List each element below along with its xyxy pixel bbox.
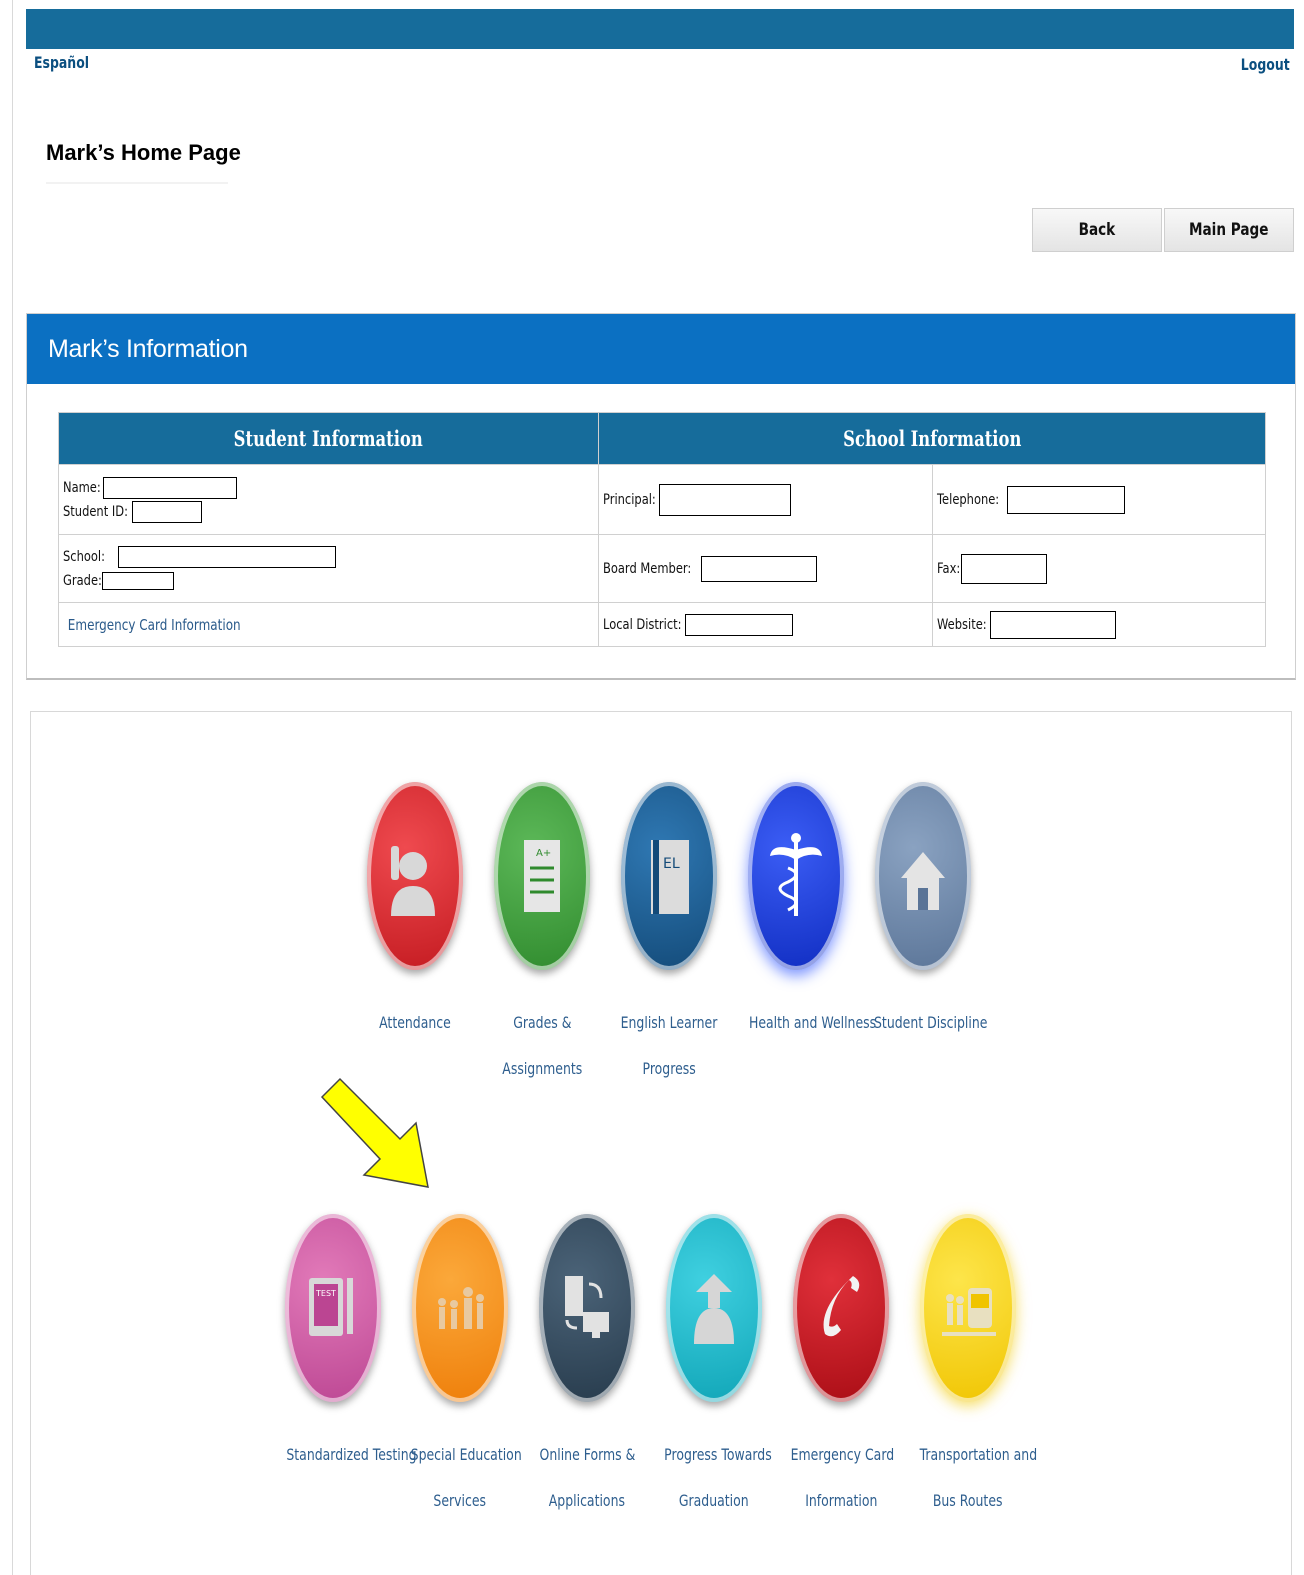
graduate-icon xyxy=(666,1214,762,1402)
board-member-cell: Board Member: xyxy=(598,534,933,603)
local-district-cell: Local District: xyxy=(598,602,933,647)
name-label: Name: xyxy=(63,479,101,496)
telephone-cell: Telephone: xyxy=(932,464,1266,535)
tile-label: Attendance xyxy=(379,1013,451,1032)
page-title: Mark’s Home Page xyxy=(46,140,241,165)
tile-grades-assignments[interactable]: A+ Grades & Assignments xyxy=(477,782,607,1092)
tile-label: Transportation and Bus Routes xyxy=(919,1445,1038,1510)
title-divider xyxy=(46,182,228,184)
grade-label: Grade: xyxy=(63,572,102,589)
emergency-card-link[interactable]: Emergency Card Information xyxy=(63,616,241,634)
local-district-label: Local District: xyxy=(603,616,682,633)
computer-forms-icon xyxy=(539,1214,635,1402)
tile-label: English Learner Progress xyxy=(620,1013,718,1078)
tile-student-discipline[interactable]: Student Discipline xyxy=(858,782,988,1046)
tile-label: Progress Towards Graduation xyxy=(664,1445,772,1510)
fax-label: Fax: xyxy=(937,560,961,577)
test-tablet-icon: TEST xyxy=(285,1214,381,1402)
tile-emergency-card[interactable]: Emergency Card Information xyxy=(776,1214,906,1524)
board-member-label: Board Member: xyxy=(603,560,692,577)
principal-cell: Principal: xyxy=(598,464,933,535)
svg-text:TEST: TEST xyxy=(315,1289,336,1298)
attendance-icon xyxy=(367,782,463,970)
english-learner-book-icon: EL xyxy=(621,782,717,970)
board-member-field xyxy=(700,555,817,582)
student-info-header: Student Information xyxy=(58,412,599,465)
family-icon xyxy=(412,1214,508,1402)
logout-link[interactable]: Logout xyxy=(1241,55,1290,74)
student-id-label: Student ID: xyxy=(63,503,128,520)
yellow-arrow-pointer xyxy=(320,1077,429,1188)
grades-icon: A+ xyxy=(494,782,590,970)
tile-label: Health and Wellness xyxy=(748,1013,877,1032)
school-grade-cell: School: Grade: xyxy=(58,534,599,603)
tile-special-education[interactable]: Special Education Services xyxy=(395,1214,525,1524)
phone-icon xyxy=(793,1214,889,1402)
tile-label: Standardized Testing xyxy=(286,1445,417,1464)
top-bar xyxy=(26,9,1294,49)
fax-field xyxy=(961,553,1048,584)
tile-progress-graduation[interactable]: Progress Towards Graduation xyxy=(649,1214,779,1524)
student-info-panel: Mark’s Information Student Information S… xyxy=(26,313,1296,680)
tile-standardized-testing[interactable]: TEST Standardized Testing xyxy=(268,1214,417,1478)
website-label: Website: xyxy=(937,616,987,633)
school-field xyxy=(118,545,337,568)
tile-label: Special Education Services xyxy=(410,1445,522,1510)
website-cell: Website: xyxy=(932,602,1266,647)
tile-health-wellness[interactable]: Health and Wellness xyxy=(731,782,877,1046)
tile-label: Grades & Assignments xyxy=(501,1013,582,1078)
bus-icon xyxy=(920,1214,1016,1402)
back-button[interactable]: Back xyxy=(1032,208,1162,252)
tile-english-learner[interactable]: EL English Learner Progress xyxy=(604,782,734,1092)
svg-text:EL: EL xyxy=(663,856,680,872)
grade-field xyxy=(102,571,175,590)
tile-transportation[interactable]: Transportation and Bus Routes xyxy=(903,1214,1038,1524)
website-field xyxy=(989,610,1116,639)
local-district-field xyxy=(684,613,793,636)
espanol-link[interactable]: Español xyxy=(34,53,89,72)
name-studentid-cell: Name: Student ID: xyxy=(58,464,599,535)
main-page-button-label: Main Page xyxy=(1189,220,1269,240)
caduceus-icon xyxy=(748,782,844,970)
name-field xyxy=(103,476,238,499)
back-button-label: Back xyxy=(1078,220,1116,240)
info-table: Student Information School Information N… xyxy=(58,412,1266,647)
school-info-header: School Information xyxy=(598,412,1266,465)
emergency-card-cell: Emergency Card Information xyxy=(58,602,599,647)
student-id-field xyxy=(132,500,203,523)
house-icon xyxy=(875,782,971,970)
tile-label: Online Forms & Applications xyxy=(539,1445,635,1510)
main-page-button[interactable]: Main Page xyxy=(1164,208,1294,252)
info-panel-title: Mark’s Information xyxy=(27,314,1295,384)
tile-label: Emergency Card Information xyxy=(790,1445,895,1510)
school-label: School: xyxy=(63,548,105,565)
tile-label: Student Discipline xyxy=(873,1013,988,1032)
tile-attendance[interactable]: Attendance xyxy=(350,782,480,1046)
fax-cell: Fax: xyxy=(932,534,1266,603)
telephone-label: Telephone: xyxy=(937,491,1000,508)
svg-text:A+: A+ xyxy=(536,848,551,859)
principal-field xyxy=(659,483,792,516)
principal-label: Principal: xyxy=(603,491,656,508)
tile-online-forms[interactable]: Online Forms & Applications xyxy=(522,1214,652,1524)
telephone-field xyxy=(1006,485,1125,514)
